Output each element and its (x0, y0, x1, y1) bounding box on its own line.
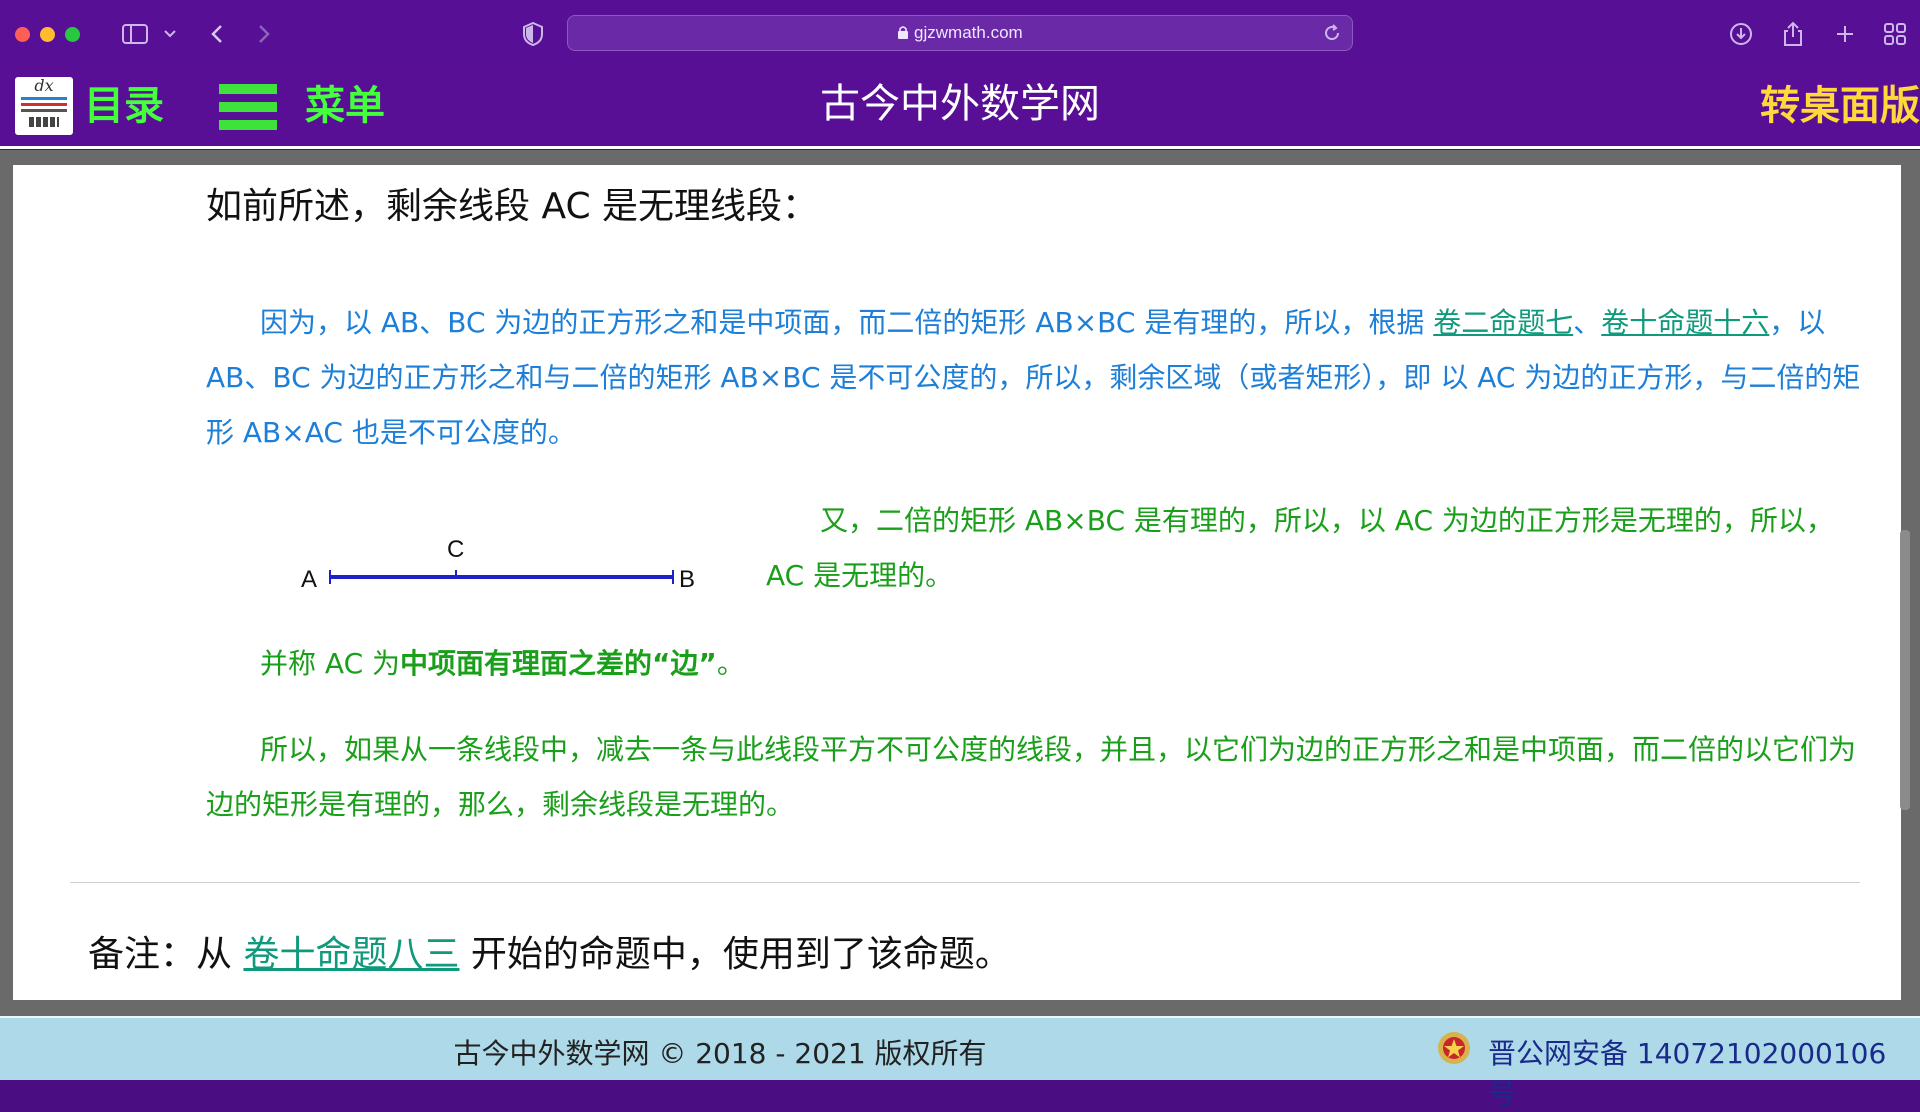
lock-icon (897, 23, 914, 42)
desktop-version-link[interactable]: 转桌面版 (1760, 86, 1920, 126)
privacy-shield-icon[interactable] (520, 17, 546, 51)
close-window-button[interactable] (15, 27, 30, 42)
police-record-link[interactable]: 晋公网安备 14072102000106 号 (1488, 1032, 1920, 1112)
reload-icon[interactable] (1322, 23, 1342, 47)
url-text: gjzwmath.com (914, 23, 1023, 42)
paragraph-conclusion: 所以，如果从一条线段中，减去一条与此线段平方不可公度的线段，并且，以它们为边的正… (206, 733, 1857, 821)
sidebar-toggle-icon[interactable] (120, 17, 150, 51)
copyright-text: 古今中外数学网 © 2018 - 2021 版权所有 (453, 1037, 987, 1070)
tab-overview-icon[interactable] (1880, 17, 1910, 51)
site-header: dx 目录 菜单 古今中外数学网 转桌面版 (0, 68, 1920, 148)
new-tab-icon[interactable] (1830, 17, 1860, 51)
paragraph-rational: 又，二倍的矩形 AB×BC 是有理的，所以，以 AC 为边的正方形是无理的，所以… (766, 504, 1834, 592)
section-heading: 如前所述，剩余线段 AC 是无理线段： (206, 186, 819, 227)
share-icon[interactable] (1778, 17, 1808, 51)
address-bar[interactable]: gjzwmath.com (567, 15, 1353, 51)
link-book10-prop16[interactable]: 卷十命题十六 (1601, 306, 1769, 339)
download-icon[interactable] (1726, 17, 1756, 51)
scrollbar[interactable] (1900, 530, 1910, 810)
line-segment-diagram: A B C (301, 536, 695, 593)
maximize-window-button[interactable] (65, 27, 80, 42)
forward-icon[interactable] (252, 17, 276, 51)
header-divider (0, 146, 1920, 149)
link-book10-prop83[interactable]: 卷十命题八三 (243, 934, 459, 975)
back-icon[interactable] (205, 17, 229, 51)
chevron-down-icon[interactable] (160, 17, 180, 51)
article-content: 如前所述，剩余线段 AC 是无理线段： 因为，以 AB、BC 为边的正方形之和是… (13, 165, 1901, 1000)
paragraph-definition: 并称 AC 为中项面有理面之差的“边”。 (260, 647, 745, 680)
paragraph-reason: 因为，以 AB、BC 为边的正方形之和是中项面，而二倍的矩形 AB×BC 是有理… (206, 306, 1861, 449)
police-badge-icon (1437, 1030, 1471, 1070)
minimize-window-button[interactable] (40, 27, 55, 42)
site-footer: 古今中外数学网 © 2018 - 2021 版权所有 晋公网安备 1407210… (0, 1016, 1920, 1110)
content-divider (70, 882, 1860, 883)
browser-toolbar: gjzwmath.com (0, 0, 1920, 68)
label-b: B (679, 566, 695, 593)
link-book2-prop7[interactable]: 卷二命题七 (1433, 306, 1573, 339)
label-c: C (447, 536, 464, 563)
label-a: A (301, 566, 317, 593)
note-paragraph: 备注：从 卷十命题八三 开始的命题中，使用到了该命题。 (88, 934, 1011, 975)
site-title: 古今中外数学网 (820, 81, 1100, 127)
